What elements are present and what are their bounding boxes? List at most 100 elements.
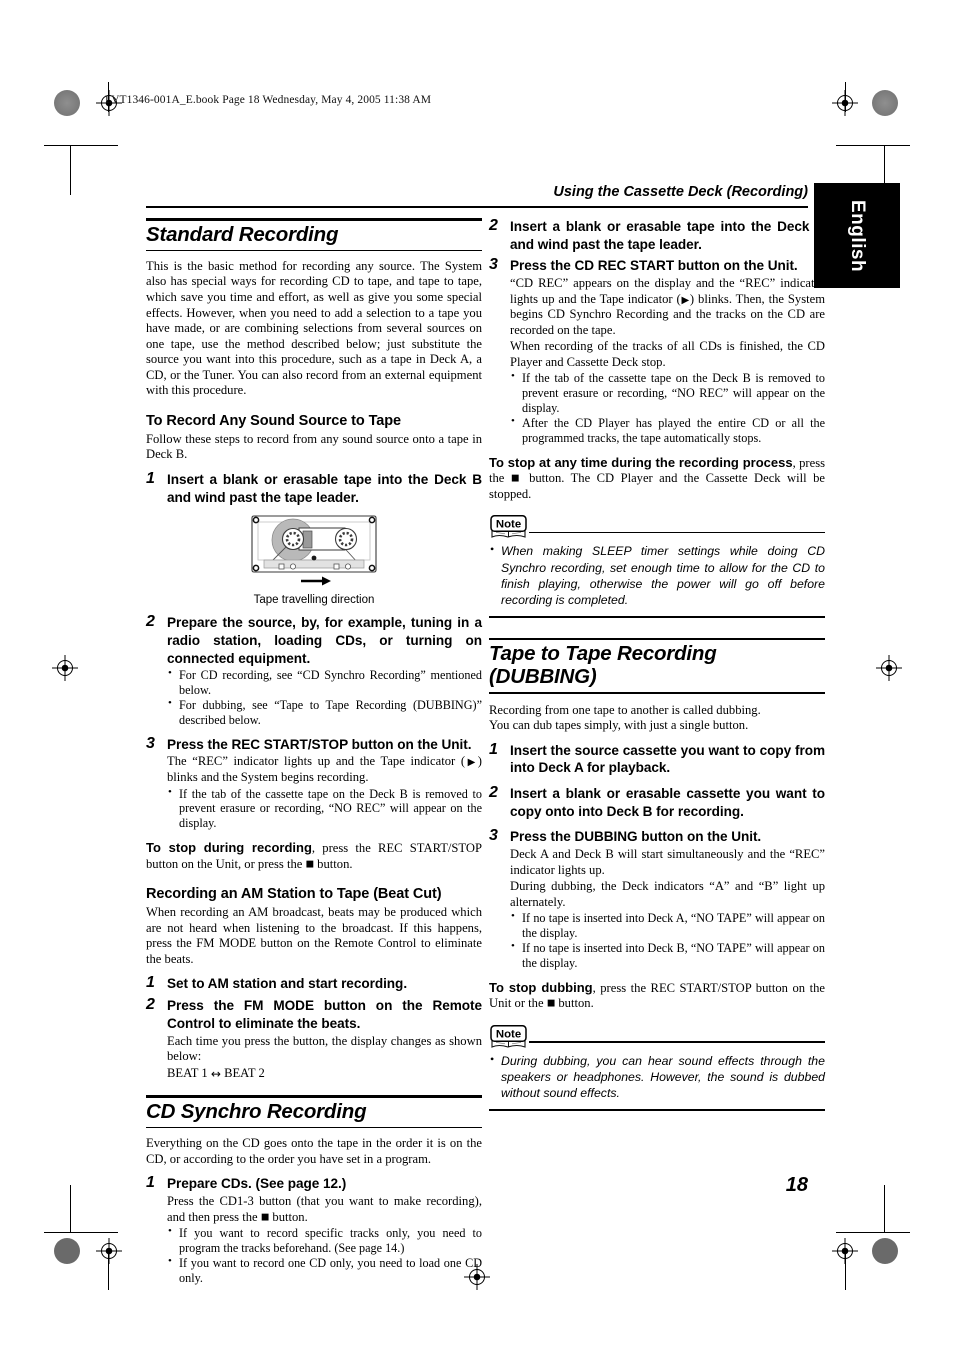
step-bullet-list: If the tab of the cassette tape on the D… <box>167 786 482 832</box>
ebook-file-header: LVT1346-001A_E.book Page 18 Wednesday, M… <box>105 94 432 106</box>
step-title: Insert a blank or erasable tape into the… <box>510 219 825 252</box>
section-rule-top <box>146 218 482 221</box>
step-title: Press the CD REC START button on the Uni… <box>510 258 798 274</box>
stop-square-icon: ■ <box>305 859 315 870</box>
note-rule <box>529 531 825 534</box>
note-book-icon: Note <box>490 1024 527 1048</box>
crop-line-bottom-right-v2 <box>845 1250 846 1290</box>
crop-line-bottom-left-h <box>44 1232 118 1233</box>
cd-synchro-intro: Everything on the CD goes onto the tape … <box>146 1136 482 1166</box>
step-bullet-list: For CD recording, see “CD Synchro Record… <box>167 667 482 728</box>
step-body: “CD REC” appears on the display and the … <box>510 276 825 338</box>
stop-during-recording-note: To stop during recording, press the REC … <box>146 840 482 872</box>
stop-square-icon: ■ <box>510 473 523 484</box>
subsection-title-record-any-source: To Record Any Sound Source to Tape <box>146 412 401 429</box>
crop-line-top-left-v2 <box>70 145 71 195</box>
registration-target-left-middle <box>52 655 78 681</box>
section-rule-top <box>146 1095 482 1098</box>
step-body: The “REC” indicator lights up and the Ta… <box>167 754 482 785</box>
note-end-rule <box>489 616 825 618</box>
record-any-source-intro: Follow these steps to record from any so… <box>146 431 482 462</box>
play-triangle-icon: ▶ <box>680 294 690 306</box>
language-side-tab: English <box>814 183 900 288</box>
stop-any-time-label: To stop at any time during the recording… <box>489 454 793 470</box>
step-title: Insert a blank or erasable cassette you … <box>510 786 825 819</box>
section-title-standard-recording: Standard Recording <box>146 222 339 246</box>
note-list: When making SLEEP timer settings while d… <box>489 542 825 608</box>
stop-any-time-note: To stop at any time during the recording… <box>489 455 825 503</box>
step-title: Press the REC START/STOP button on the U… <box>167 736 472 752</box>
beat-2-label: BEAT 2 <box>224 1065 265 1080</box>
left-column: Standard Recording This is the basic met… <box>146 218 482 1289</box>
stop-any-time-post: button. The CD Player and the Cassette D… <box>489 471 825 501</box>
step-number: 2 <box>489 217 498 234</box>
step-title: Insert a blank or erasable tape into the… <box>167 471 482 505</box>
section-rule-bottom <box>489 692 825 694</box>
step-item: 3 Press the CD REC START button on the U… <box>489 256 825 446</box>
right-column: 2 Insert a blank or erasable tape into t… <box>489 217 825 1111</box>
crop-line-bottom-right-v <box>884 1185 885 1233</box>
note-item: When making SLEEP timer settings while d… <box>489 542 825 608</box>
stop-square-icon: ■ <box>546 998 556 1009</box>
section-title-cd-synchro-recording: CD Synchro Recording <box>146 1100 367 1123</box>
registration-star-top-left <box>54 90 80 116</box>
step-title: Set to AM station and start recording. <box>167 976 408 992</box>
crop-line-bottom-right-h <box>836 1232 910 1233</box>
step-body: Deck A and Deck B will start simultaneou… <box>510 847 825 877</box>
step-body: Press the CD1-3 button (that you want to… <box>167 1194 482 1225</box>
step-number: 1 <box>146 1174 155 1192</box>
step-item: 2 Press the FM MODE button on the Remote… <box>146 996 482 1082</box>
bullet-item: After the CD Player has played the entir… <box>510 415 825 446</box>
page-canvas: LVT1346-001A_E.book Page 18 Wednesday, M… <box>0 0 954 1351</box>
step-item: 3 Press the DUBBING button on the Unit. … <box>489 827 825 971</box>
stop-dubbing-note: To stop dubbing, press the REC START/STO… <box>489 980 825 1012</box>
bullet-item: If you want to record specific tracks on… <box>167 1225 482 1256</box>
svg-text:Note: Note <box>496 519 521 531</box>
step-number: 3 <box>489 827 498 845</box>
bullet-item: If the tab of the cassette tape on the D… <box>167 786 482 832</box>
left-right-arrow-icon: ↔ <box>210 1066 221 1081</box>
crop-line-top-right-h <box>836 145 910 146</box>
stop-during-recording-label: To stop during recording <box>146 840 312 856</box>
step-bullet-list: If the tab of the cassette tape on the D… <box>510 370 825 446</box>
step-item: 1 Insert a blank or erasable tape into t… <box>146 470 482 506</box>
crop-line-top-left-h <box>44 145 118 146</box>
header-rule <box>146 206 808 209</box>
stop-dubbing-post: button. <box>555 996 594 1011</box>
registration-star-top-right <box>872 90 898 116</box>
beat-cut-display-sequence: BEAT 1 ↔ BEAT 2 <box>167 1066 482 1082</box>
step-number: 1 <box>489 740 498 758</box>
running-head: Using the Cassette Deck (Recording) <box>553 184 808 200</box>
note-item: During dubbing, you can hear sound effec… <box>489 1052 825 1102</box>
note-badge: Note <box>489 1024 529 1048</box>
stop-during-recording-post: button. <box>314 856 353 871</box>
cassette-figure: Tape travelling direction <box>146 514 482 606</box>
step-bullet-list: If you want to record specific tracks on… <box>167 1225 482 1286</box>
bullet-item: For CD recording, see “CD Synchro Record… <box>167 667 482 698</box>
step-title: Insert the source cassette you want to c… <box>510 742 825 776</box>
step-item: 1 Insert the source cassette you want to… <box>489 740 825 777</box>
step-item: 1 Set to AM station and start recording. <box>146 974 482 993</box>
step-item: 2 Prepare the source, by, for example, t… <box>146 613 482 728</box>
stop-square-icon: ■ <box>260 1212 270 1223</box>
beat-1-label: BEAT 1 <box>167 1065 208 1080</box>
note-header-row: Note <box>489 515 825 539</box>
step-item: 1 Prepare CDs. (See page 12.) Press the … <box>146 1174 482 1286</box>
figure-caption: Tape travelling direction <box>253 594 375 607</box>
registration-dot-bottom-left <box>54 1238 80 1264</box>
step-title: Press the FM MODE button on the Remote C… <box>167 998 482 1031</box>
bullet-item: If no tape is inserted into Deck A, “NO … <box>510 910 825 941</box>
step-number: 2 <box>146 613 155 631</box>
dubbing-intro-line-2: You can dub tapes simply, with just a si… <box>489 718 749 733</box>
step-body-secondary: When recording of the tracks of all CDs … <box>510 339 825 369</box>
step-bullet-list: If no tape is inserted into Deck A, “NO … <box>510 910 825 971</box>
page-number: 18 <box>785 1174 808 1196</box>
step-body: Each time you press the button, the disp… <box>167 1033 482 1064</box>
step-number: 2 <box>489 784 498 802</box>
step-number: 1 <box>146 974 155 992</box>
bullet-item: If the tab of the cassette tape on the D… <box>510 370 825 416</box>
step-title: Prepare the source, by, for example, tun… <box>167 615 482 666</box>
crop-line-top-right-v <box>845 82 846 112</box>
bullet-item: If you want to record one CD only, you n… <box>167 1255 482 1286</box>
standard-recording-intro: This is the basic method for recording a… <box>146 258 482 398</box>
